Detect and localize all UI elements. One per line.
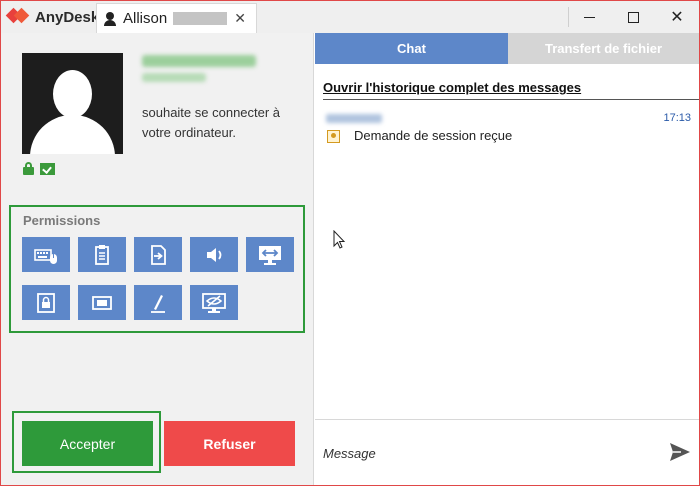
user-icon: [103, 11, 117, 27]
tab-close-button[interactable]: ✕: [234, 10, 246, 27]
permission-file-transfer-button[interactable]: [134, 237, 182, 272]
tab-label: Allison: [123, 10, 168, 27]
minimize-button[interactable]: [567, 1, 611, 33]
maximize-button[interactable]: [611, 1, 655, 33]
keyboard-mouse-icon: [34, 248, 57, 264]
chat-panel: Chat Transfert de fichier Ouvrir l'histo…: [315, 33, 699, 485]
file-transfer-icon: [151, 244, 166, 265]
permissions-title: Permissions: [23, 213, 101, 228]
permission-privacy-mode-button[interactable]: [190, 285, 238, 320]
record-session-icon: [92, 295, 112, 310]
session-tab[interactable]: Allison ✕: [96, 3, 257, 33]
permissions-panel: Permissions: [9, 205, 305, 333]
clipboard-icon: [95, 244, 109, 265]
history-link[interactable]: Ouvrir l'historique complet des messages: [323, 80, 581, 95]
anydesk-window: AnyDesk Allison ✕ ✕ souhaite se connecte…: [0, 0, 700, 486]
window-controls: ✕: [567, 1, 699, 33]
refuse-button[interactable]: Refuser: [164, 421, 295, 466]
permission-lock-desktop-button[interactable]: [22, 285, 70, 320]
verified-screen-icon: [40, 162, 55, 175]
redacted-user-id: [142, 73, 206, 82]
send-button[interactable]: [669, 442, 691, 462]
close-button[interactable]: ✕: [655, 1, 699, 33]
status-icons: [23, 162, 55, 175]
lock-desktop-icon: [37, 292, 55, 313]
message-text: Demande de session reçue: [354, 128, 513, 143]
history-divider: [323, 99, 699, 100]
request-message: souhaite se connecter à votre ordinateur…: [142, 105, 281, 140]
sound-icon: [207, 247, 222, 262]
request-panel: souhaite se connecter à votre ordinateur…: [1, 33, 314, 485]
permission-keyboard-mouse-button[interactable]: [22, 237, 70, 272]
screen-control-icon: [259, 245, 281, 265]
lock-icon: [23, 162, 34, 175]
minimize-icon: [583, 16, 595, 18]
avatar: [22, 53, 123, 154]
brand: AnyDesk: [5, 1, 100, 33]
message-time: 17:13: [663, 112, 691, 124]
message-input[interactable]: [323, 437, 653, 469]
privacy-mode-icon: [202, 292, 226, 313]
anydesk-logo-icon: [5, 7, 30, 27]
redacted-name: [173, 12, 228, 25]
redacted-sender: [326, 114, 382, 123]
tab-chat[interactable]: Chat: [315, 33, 508, 64]
permission-clipboard-button[interactable]: [78, 237, 126, 272]
session-request-icon: [327, 130, 340, 143]
redacted-user-name: [142, 55, 256, 67]
composer-divider: [315, 419, 699, 420]
app-name: AnyDesk: [35, 8, 100, 26]
accept-button[interactable]: Accepter: [22, 421, 153, 466]
permission-record-session-button[interactable]: [78, 285, 126, 320]
close-icon: ✕: [670, 9, 684, 26]
permission-sound-button[interactable]: [190, 237, 238, 272]
draw-icon: [151, 294, 165, 313]
permission-screen-control-button[interactable]: [246, 237, 294, 272]
title-bar: AnyDesk Allison ✕ ✕: [1, 1, 699, 33]
permission-draw-button[interactable]: [134, 285, 182, 320]
mouse-pointer-icon: [333, 230, 346, 249]
tab-file-transfer[interactable]: Transfert de fichier: [508, 33, 699, 64]
maximize-icon: [627, 11, 639, 23]
